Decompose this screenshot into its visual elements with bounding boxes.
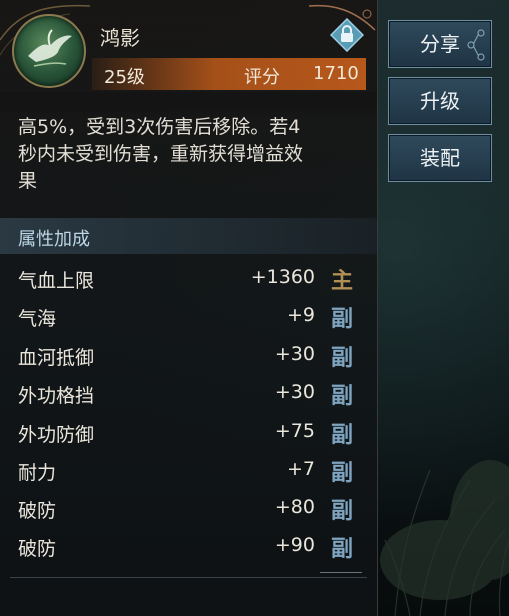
crane-emblem-icon <box>12 14 86 88</box>
sub-attribute-tag: 副 <box>331 499 354 524</box>
attribute-value: +9 <box>286 304 315 326</box>
attribute-row: 血河抵御 +30 副 <box>0 337 377 375</box>
sub-attribute-tag: 副 <box>331 461 354 486</box>
sub-attribute-tag: 副 <box>331 537 354 562</box>
attribute-value: +7 <box>286 458 315 480</box>
sub-attribute-tag: 副 <box>331 423 354 448</box>
section-title: 属性加成 <box>18 229 90 250</box>
attribute-value: +1360 <box>250 266 315 288</box>
description-line: 高5%，受到3次伤害后移除。若4 <box>18 116 301 138</box>
share-icon <box>467 29 485 61</box>
attribute-row: 耐力 +7 副 <box>0 452 377 490</box>
sub-attribute-tag: 副 <box>331 346 354 371</box>
attribute-name: 血河抵御 <box>18 347 95 369</box>
item-header: 鸿影 25级 评分 1710 <box>0 0 377 92</box>
attribute-value: +30 <box>274 381 315 403</box>
attribute-row: 外功防御 +75 副 <box>0 414 377 452</box>
item-level: 25级 <box>104 67 145 88</box>
description-line: 果 <box>18 170 38 192</box>
attribute-row: 外功格挡 +30 副 <box>0 375 377 413</box>
attribute-name: 耐力 <box>18 462 57 484</box>
attribute-name: 外功防御 <box>18 424 95 446</box>
divider <box>10 577 367 578</box>
attribute-value: +30 <box>274 343 315 365</box>
attribute-value: +75 <box>274 420 315 442</box>
attribute-row: 破防 +80 副 <box>0 490 377 528</box>
main-attribute-tag: 主 <box>331 269 354 294</box>
attribute-row: 气血上限 +1360 主 <box>0 260 377 298</box>
attribute-value: +90 <box>274 534 315 556</box>
attribute-value: +80 <box>274 496 315 518</box>
attributes-section-header: 属性加成 <box>0 218 377 254</box>
equip-button[interactable]: 装配 <box>388 134 492 182</box>
rating-label: 评分 <box>244 67 280 88</box>
attribute-row: 破防 +90 副 <box>0 528 377 566</box>
scroll-fade <box>0 92 377 118</box>
upgrade-button[interactable]: 升级 <box>388 77 492 125</box>
item-description: 高5%，受到3次伤害后移除。若4 秒内未受到伤害，重新获得增益效 果 <box>18 114 363 195</box>
sub-attribute-tag: 副 <box>331 384 354 409</box>
description-line: 秒内未受到伤害，重新获得增益效 <box>18 143 304 165</box>
upgrade-button-label: 升级 <box>420 89 460 113</box>
attribute-name: 外功格挡 <box>18 385 95 407</box>
lock-icon[interactable] <box>329 17 365 53</box>
share-button-label: 分享 <box>420 32 460 56</box>
attribute-name: 气海 <box>18 308 57 330</box>
rating-value: 1710 <box>313 63 359 84</box>
attribute-name: 气血上限 <box>18 270 95 292</box>
attribute-name: 破防 <box>18 538 57 560</box>
item-name: 鸿影 <box>100 26 140 50</box>
equip-button-label: 装配 <box>420 146 460 170</box>
attribute-row: 气海 +9 副 <box>0 298 377 336</box>
sub-attribute-tag: 副 <box>331 307 354 332</box>
item-detail-panel: 鸿影 25级 评分 1710 高5%，受到3次伤害后移除。若4 秒内未受到伤害，… <box>0 0 378 616</box>
share-button[interactable]: 分享 <box>388 20 492 68</box>
scroll-indicator[interactable] <box>320 572 362 581</box>
attribute-name: 破防 <box>18 500 57 522</box>
